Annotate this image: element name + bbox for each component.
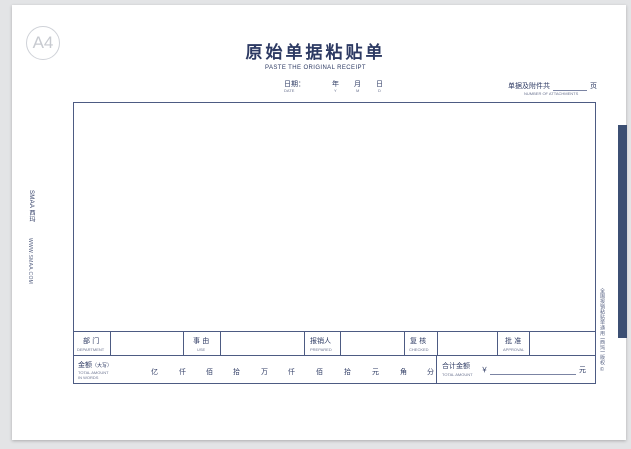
attachments-count-field[interactable] [553,83,587,91]
amount-note: （大写） [92,363,113,369]
unit-yi: 亿 [151,368,158,376]
receipt-paste-area [74,103,595,332]
approval-value-cell[interactable] [530,332,595,355]
form-table: 部 门 DEPARTMENT 事 由 USE 报销人 PREPARED 复 核 … [73,102,596,384]
date-label: 日期： [284,80,305,88]
amount-label-en-2: IN WORDS [78,375,99,380]
department-label-cell: 部 门 DEPARTMENT [74,332,111,355]
date-day-en: D [378,88,381,93]
approval-label-cell: 批 准 APPROVAL [498,332,530,355]
unit-qian-1: 仟 [179,368,186,376]
prepared-label: 报销人 [310,337,331,345]
attachments-group: 单据及附件共 页 NUMBER OF ATTACHMENTS [508,81,597,96]
date-label-en: DATE [284,88,295,93]
scrollbar-edge [618,125,627,338]
unit-fen: 分 [427,368,434,376]
document-title: 原始单据粘贴单 [245,43,386,63]
unit-shi-1: 拾 [233,368,240,376]
use-label-cell: 事 由 USE [184,332,221,355]
date-month-en: M [356,88,360,93]
total-amount-line[interactable] [490,374,576,375]
unit-jiao: 角 [400,368,407,376]
attachments-label: 单据及附件共 [508,82,550,90]
department-label-en: DEPARTMENT [77,347,105,352]
prepared-label-en: PREPARED [310,347,332,352]
url-vertical: WWW.SMAA.COM [27,238,33,285]
form-row-amount: 金额（大写） TOTAL AMOUNT IN WORDS 亿 仟 佰 拾 万 仟… [74,356,595,384]
use-label: 事 由 [193,337,210,345]
use-label-en: USE [197,347,206,352]
copyright-vertical: 全国报销粘贴单通用 (西玛) 版权 © [599,288,605,374]
unit-shi-2: 拾 [344,368,351,376]
date-day: 日 [376,80,383,88]
date-year-group: 年 Y [332,79,339,93]
approval-label: 批 准 [505,337,522,345]
date-label-group: 日期： DATE [284,79,305,93]
unit-qian-2: 仟 [288,368,295,376]
unit-yuan: 元 [372,368,379,376]
attachments-label-en: NUMBER OF ATTACHMENTS [524,91,579,96]
checked-value-cell[interactable] [438,332,498,355]
total-label: 合计金额 [442,362,470,370]
brand-vertical: SMAA 西玛 [28,190,34,223]
amount-words-cell[interactable]: 金额（大写） TOTAL AMOUNT IN WORDS 亿 仟 佰 拾 万 仟… [74,356,437,384]
prepared-label-cell: 报销人 PREPARED [305,332,341,355]
date-year: 年 [332,80,339,88]
date-day-group: 日 D [376,79,383,93]
currency-symbol: ￥ [481,366,488,374]
form-row-signatures: 部 门 DEPARTMENT 事 由 USE 报销人 PREPARED 复 核 … [74,332,595,356]
checked-label-en: CHECKED [409,347,429,352]
prepared-value-cell[interactable] [341,332,405,355]
document-subtitle: PASTE THE ORIGINAL RECEIPT [265,65,366,71]
amount-label: 金额 [78,361,92,369]
unit-wan: 万 [261,368,268,376]
date-month-group: 月 M [354,79,361,93]
unit-bai-1: 佰 [206,368,213,376]
attachments-unit: 页 [590,82,597,90]
amount-label-group: 金额（大写） [78,360,112,370]
date-year-en: Y [334,88,337,93]
department-label: 部 门 [83,337,100,345]
total-amount-cell[interactable]: 合计金额 TOTAL AMOUNT ￥ 元 [437,356,595,384]
checked-label: 复 核 [410,337,427,345]
total-yuan: 元 [579,366,586,374]
department-value-cell[interactable] [111,332,184,355]
approval-label-en: APPROVAL [503,347,525,352]
checked-label-cell: 复 核 CHECKED [405,332,438,355]
date-month: 月 [354,80,361,88]
unit-bai-2: 佰 [316,368,323,376]
total-label-en: TOTAL AMOUNT [442,372,473,377]
use-value-cell[interactable] [221,332,305,355]
